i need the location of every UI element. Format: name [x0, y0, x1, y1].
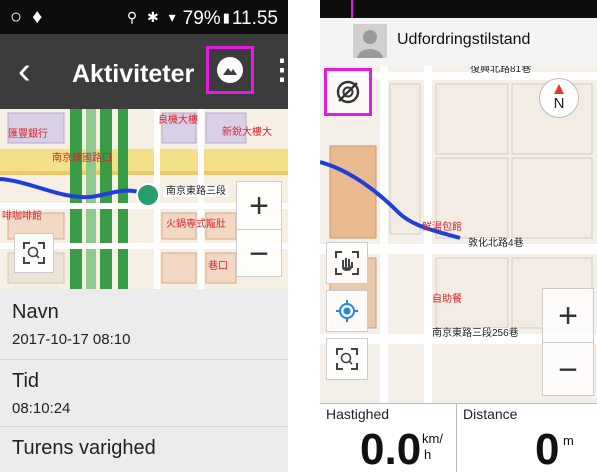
left-phone-screen: ○♦ ⚲ ✱ ▾ 79% ▮ 11.55 ‹ Aktiviteter ⋮ 匯豐銀…: [0, 0, 288, 472]
activity-details: Navn 2017-10-17 08:10 Tid 08:10:24 Turen…: [0, 289, 288, 472]
my-location-button[interactable]: [326, 290, 368, 332]
speed-value: 0.0: [360, 425, 422, 472]
speed-unit: km/: [422, 431, 443, 446]
compass-label: N: [553, 95, 565, 112]
back-arrow-icon[interactable]: ‹: [18, 51, 31, 91]
ring-icon: ○: [10, 6, 33, 28]
map-view[interactable]: 匯豐銀行 南京建國路口 良機大樓 新銳大樓大 南京東路三段 啡咖啡館 火鍋専式寵…: [0, 109, 288, 289]
pan-mode-button[interactable]: [326, 242, 368, 284]
duration-label: Turens varighed: [12, 437, 156, 459]
avatar[interactable]: [353, 24, 387, 58]
zoom-controls: + −: [542, 288, 594, 396]
stats-panel: Hastighed 0.0 km/ h Distance 0 m: [320, 403, 597, 472]
no-location-icon: [336, 80, 360, 104]
compass-button[interactable]: N: [539, 78, 579, 118]
zoom-in-button[interactable]: +: [237, 182, 281, 229]
notification-icon: ♦: [32, 6, 53, 28]
map-label: 良機大樓: [158, 115, 198, 126]
more-options-icon[interactable]: ⋮: [268, 52, 288, 88]
hand-icon: [335, 251, 359, 275]
speed-stat: Hastighed 0.0 km/ h: [320, 404, 456, 472]
page-title: Aktiviteter: [72, 60, 195, 88]
battery-icon: ▮: [222, 10, 230, 25]
list-item[interactable]: Tid 08:10:24: [0, 360, 288, 427]
clock: 11.55: [231, 8, 278, 29]
map-label: 匯豐銀行: [8, 129, 48, 140]
app-bar: ‹ Aktiviteter ⋮: [0, 34, 288, 109]
zoom-to-fit-button[interactable]: [326, 338, 368, 380]
challenge-header: Udfordringstilstand: [320, 18, 597, 67]
zoom-fit-icon: [23, 242, 45, 264]
map-label: 南京建國路口: [52, 153, 112, 164]
connectivity-icons: ⚲ ✱ ▾: [126, 9, 179, 25]
zoom-out-button[interactable]: −: [543, 342, 593, 396]
zoom-out-button[interactable]: −: [237, 229, 281, 277]
challenge-mode-title: Udfordringstilstand: [397, 31, 531, 48]
name-label: Navn: [12, 301, 59, 323]
map-view[interactable]: 復興北路81巷 鮮湯包館 敦化北路4巷 自助餐 南京東路三段256巷 N + −: [320, 66, 597, 403]
zoom-in-button[interactable]: +: [543, 289, 593, 342]
map-label: 復興北路81巷: [470, 66, 532, 75]
crosshair-icon: [336, 300, 358, 322]
map-label: 新銳大樓大: [222, 127, 272, 138]
right-phone-screen: Udfordringstilstand 復興北路81巷 鮮湯包館 敦化北路4巷 …: [320, 0, 597, 472]
map-label: 啡咖啡館: [2, 211, 42, 222]
status-bar: ○♦ ⚲ ✱ ▾ 79% ▮ 11.55: [0, 0, 288, 34]
gps-disabled-button[interactable]: [324, 68, 372, 116]
speed-unit-suffix: h: [424, 447, 432, 462]
distance-stat: Distance 0 m: [457, 404, 597, 472]
status-bar: [320, 0, 597, 18]
callout-pointer: [351, 0, 353, 18]
map-label: 自助餐: [432, 294, 462, 305]
list-item[interactable]: Turens varighed: [0, 427, 288, 472]
distance-unit: m: [563, 433, 574, 448]
zoom-to-fit-button[interactable]: [14, 233, 54, 273]
name-value: 2017-10-17 08:10: [12, 331, 131, 348]
distance-label: Distance: [463, 406, 518, 422]
time-label: Tid: [12, 370, 40, 392]
map-label: 南京東路三段256巷: [432, 328, 519, 339]
user-icon: [357, 30, 383, 58]
map-label: 巷口: [208, 261, 228, 272]
battery-percent: 79%: [182, 8, 221, 29]
time-value: 08:10:24: [12, 400, 71, 417]
zoom-controls: + −: [236, 181, 282, 277]
list-item[interactable]: Navn 2017-10-17 08:10: [0, 289, 288, 360]
map-label: 鮮湯包館: [422, 222, 462, 233]
map-label: 敦化北路4巷: [468, 238, 524, 249]
zoom-fit-icon: [336, 348, 358, 370]
map-label: 火鍋専式寵肚: [166, 219, 226, 230]
distance-value: 0: [535, 425, 560, 472]
compass-needle-icon: [554, 84, 564, 94]
map-mode-button[interactable]: [206, 46, 254, 94]
map-label: 南京東路三段: [164, 186, 228, 197]
map-mode-icon: [217, 57, 243, 83]
speed-label: Hastighed: [326, 406, 390, 422]
